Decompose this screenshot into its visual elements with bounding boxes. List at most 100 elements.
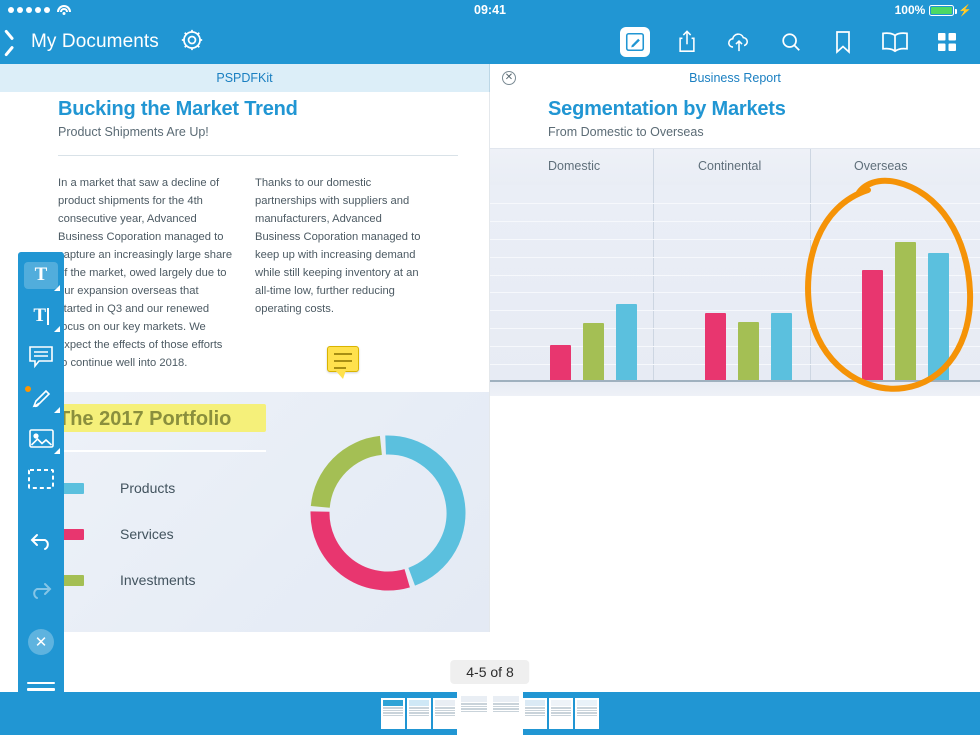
highlight-text-tool[interactable]: T — [24, 262, 60, 291]
undo-button[interactable] — [24, 527, 58, 554]
thumbnail-text-line — [461, 705, 487, 707]
navigation-bar: My Documents — [0, 20, 980, 64]
thumbnail-text-line — [551, 709, 571, 711]
thumbnail-text-line — [525, 709, 545, 711]
ink-pen-tool[interactable] — [24, 384, 60, 414]
bar-continental-services — [705, 313, 726, 380]
bar-domestic-products — [616, 304, 637, 380]
donut-slice-services — [310, 511, 410, 591]
left-page-columns: In a market that saw a decline of produc… — [0, 156, 489, 379]
thumbnail-text-line — [383, 714, 403, 716]
thumbnail-preview-band — [493, 696, 519, 702]
page-4[interactable]: Bucking the Market Trend Product Shipmen… — [0, 92, 490, 632]
redo-button[interactable] — [24, 576, 58, 603]
image-tool[interactable] — [24, 425, 60, 454]
thumbnail-preview-band — [435, 700, 455, 706]
thumbnail-text-line — [551, 714, 571, 716]
body-text: In a market that saw a decline of produc… — [58, 177, 233, 369]
thumbnail-text-line — [577, 707, 597, 709]
pdf-reader-app: 09:41 100% ⚡ My Documents PSPDFKit ✕ Bus… — [0, 0, 980, 735]
left-column-1: In a market that saw a decline of produc… — [58, 174, 233, 372]
category-label-overseas: Overseas — [854, 159, 908, 173]
thumbnail-preview-band — [461, 696, 487, 702]
gridline — [490, 202, 980, 204]
thumbnail-text-line — [577, 712, 597, 714]
thumbnails-grid-icon[interactable] — [932, 27, 962, 57]
reader-view-icon[interactable] — [880, 27, 910, 57]
thumbnail-page-6[interactable] — [523, 698, 547, 729]
annotation-toolbar: T T ✕ — [18, 252, 64, 722]
battery-status: 100% ⚡ — [895, 3, 972, 17]
page-subtitle: From Domestic to Overseas — [548, 125, 704, 139]
thumbnail-text-line — [435, 712, 455, 714]
thumbnail-strip[interactable] — [381, 692, 599, 735]
legend-item-services: Services — [58, 526, 195, 542]
thumbnail-text-line — [409, 714, 429, 716]
cloud-upload-icon[interactable] — [724, 27, 754, 57]
search-icon[interactable] — [776, 27, 806, 57]
category-label-continental: Continental — [698, 159, 762, 173]
back-button-label: My Documents — [31, 31, 159, 52]
text-t-icon: T — [33, 305, 47, 327]
legend-label: Services — [120, 526, 174, 542]
right-page-columns: Products and services revenue experience… — [490, 432, 980, 632]
page-title: Segmentation by Markets — [548, 98, 786, 120]
thumbnail-page-5[interactable] — [489, 692, 523, 735]
thumbnail-page-1[interactable] — [381, 698, 405, 729]
gridline — [490, 238, 980, 240]
thumbnail-text-line — [409, 707, 429, 709]
left-column-2: Thanks to our domestic partnerships with… — [255, 174, 430, 379]
thumbnail-text-line — [493, 703, 519, 705]
category-separator — [653, 149, 654, 186]
thumbnail-preview-band — [551, 700, 571, 706]
page-title: Bucking the Market Trend — [58, 98, 298, 120]
settings-button[interactable] — [179, 27, 205, 58]
share-icon[interactable] — [672, 27, 702, 57]
category-label-domestic: Domestic — [548, 159, 601, 173]
document-view[interactable]: Bucking the Market Trend Product Shipmen… — [0, 92, 980, 722]
thumbnail-text-line — [551, 707, 571, 709]
annotate-icon[interactable] — [620, 27, 650, 57]
highlight-t-icon: T — [34, 264, 48, 286]
tab-business-report[interactable]: ✕ Business Report — [490, 64, 980, 92]
selection-tool[interactable] — [24, 466, 58, 493]
legend-item-investments: Investments — [58, 572, 195, 588]
thumbnail-text-line — [493, 708, 519, 710]
legend-label: Investments — [120, 572, 196, 588]
free-text-tool[interactable]: T — [24, 303, 60, 332]
chart-category-labels: Domestic Continental Overseas — [490, 148, 980, 186]
thumbnail-text-line — [461, 710, 487, 712]
thumbnail-page-2[interactable] — [407, 698, 431, 729]
group-separator — [653, 185, 654, 382]
close-toolbar-button[interactable]: ✕ — [24, 628, 58, 655]
thumbnail-preview-band — [577, 700, 597, 706]
thumbnail-page-8[interactable] — [575, 698, 599, 729]
battery-icon — [929, 4, 957, 16]
thumbnail-page-4[interactable] — [457, 692, 491, 735]
chevron-corner-icon — [54, 447, 60, 454]
page-5[interactable]: Segmentation by Markets From Domestic to… — [490, 92, 980, 632]
bar-chart — [490, 185, 980, 382]
gridline — [490, 220, 980, 222]
thumbnail-text-line — [409, 709, 429, 711]
thumbnail-scrubber-bar[interactable] — [0, 692, 980, 735]
thumbnail-text-line — [435, 714, 455, 716]
thumbnail-page-3[interactable] — [433, 698, 457, 729]
bar-domestic-investments — [583, 323, 604, 380]
donut-slice-products — [385, 435, 466, 586]
thumbnail-preview-band — [525, 700, 545, 706]
donut-chart-legend: Products Services Investments — [58, 480, 195, 618]
note-annotation-icon[interactable] — [326, 346, 359, 379]
close-circle-icon[interactable]: ✕ — [502, 71, 516, 85]
thumbnail-text-line — [435, 707, 455, 709]
portfolio-section: The 2017 Portfolio Products Services Inv… — [18, 392, 489, 632]
note-tool[interactable] — [24, 344, 58, 371]
back-to-documents-button[interactable]: My Documents — [12, 31, 159, 53]
thumbnail-page-7[interactable] — [549, 698, 573, 729]
bar-continental-investments — [738, 322, 759, 380]
thumbnail-text-line — [435, 709, 455, 711]
bookmark-icon[interactable] — [828, 27, 858, 57]
tab-pspdfkit[interactable]: PSPDFKit — [0, 64, 490, 92]
thumbnail-text-line — [525, 712, 545, 714]
portfolio-divider — [58, 450, 266, 452]
